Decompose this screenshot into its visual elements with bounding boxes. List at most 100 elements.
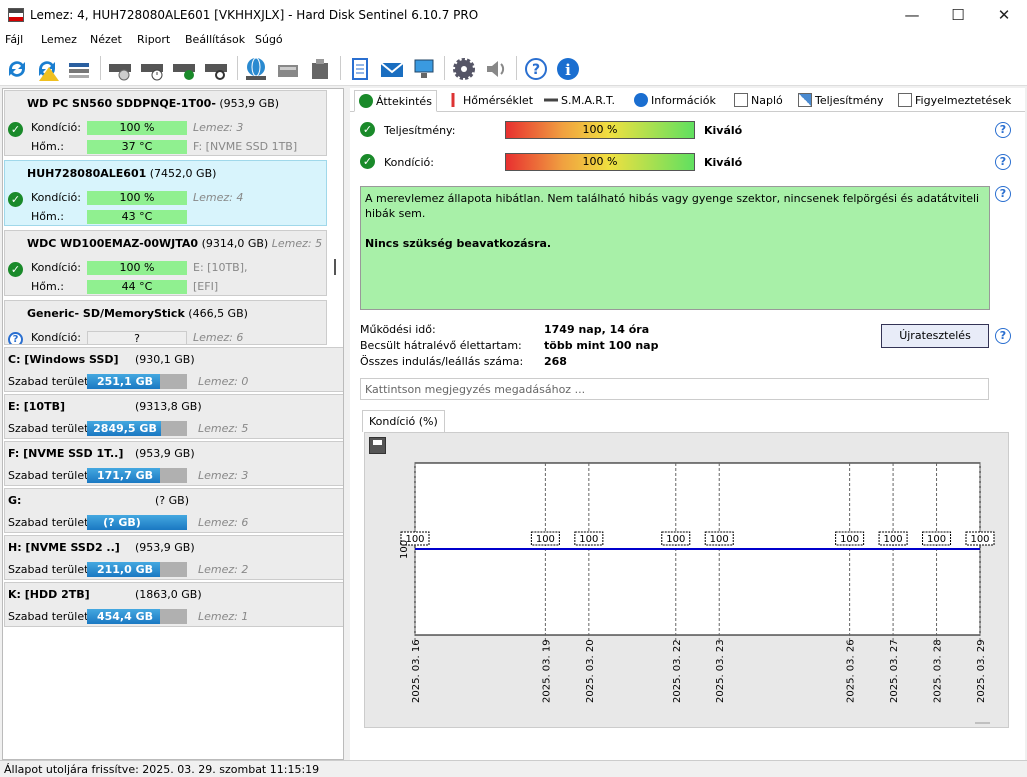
partition-note: [EFI]: [193, 280, 219, 293]
scrollbar-thumb[interactable]: [334, 259, 336, 275]
partition-name: E: [10TB]: [8, 400, 65, 413]
partition-size: (? GB): [155, 494, 189, 507]
info-icon[interactable]: i: [554, 55, 582, 83]
status-description: A merevlemez állapota hibátlan. Nem talá…: [360, 186, 990, 310]
menu-help[interactable]: Súgó: [255, 33, 283, 46]
partition-entry[interactable]: H: [NVME SSD2 ..] (953,9 GB) Szabad terü…: [4, 535, 343, 580]
x-tick-label: 2025. 03. 23: [715, 639, 726, 703]
tab-log[interactable]: Napló: [730, 90, 787, 112]
notes-icon[interactable]: [346, 55, 374, 83]
condition-label: Kondíció:: [384, 156, 434, 169]
details-panel: Áttekintés Hőmérséklet S.M.A.R.T. Inform…: [350, 88, 1025, 760]
refresh-icon[interactable]: [3, 55, 31, 83]
partition-size: (930,1 GB): [135, 353, 195, 366]
menu-settings[interactable]: Beállítások: [185, 33, 245, 46]
x-tick-label: 2025. 03. 27: [889, 639, 900, 703]
free-space-value: 251,1 GB: [96, 375, 154, 388]
tab-temperature[interactable]: Hőmérséklet: [442, 90, 537, 112]
data-label: 100: [927, 534, 946, 545]
network-globe-icon[interactable]: [242, 55, 270, 83]
menu-disk[interactable]: Lemez: [41, 33, 77, 46]
menu-report[interactable]: Riport: [137, 33, 170, 46]
check-ok-icon: ✓: [360, 154, 375, 169]
status-advice: Nincs szükség beavatkozásra.: [365, 237, 552, 250]
network-computer-icon[interactable]: [410, 55, 438, 83]
free-space-value: (? GB): [103, 516, 141, 529]
tab-bar: Áttekintés Hőmérséklet S.M.A.R.T. Inform…: [350, 88, 1025, 112]
toolbar: ? i: [0, 50, 1027, 86]
disk-entry[interactable]: WD PC SN560 SDDPNQE-1T00- (953,9 GB) ✓ K…: [4, 90, 327, 156]
help-icon[interactable]: ?: [522, 55, 550, 83]
condition-label: Kondíció:: [31, 191, 81, 204]
tab-overview[interactable]: Áttekintés: [354, 90, 437, 112]
gear-icon[interactable]: [450, 55, 478, 83]
x-tick-label: 2025. 03. 16: [411, 639, 422, 703]
disk-list-panel: WD PC SN560 SDDPNQE-1T00- (953,9 GB) ✓ K…: [2, 88, 344, 760]
chart-icon: [798, 93, 812, 107]
disk-entry[interactable]: WDC WD100EMAZ-00WJTA0 (9314,0 GB) Lemez:…: [4, 230, 327, 296]
temp-label: Hőm.:: [31, 140, 64, 153]
free-space-label: Szabad terület: [8, 375, 89, 388]
disk-entry-selected[interactable]: HUH728080ALE601 (7452,0 GB) ✓ Kondíció: …: [4, 160, 327, 226]
help-icon[interactable]: ?: [995, 122, 1011, 138]
y-tick-label: 100: [399, 540, 410, 559]
retest-button[interactable]: Újratesztelés: [881, 324, 989, 348]
disk-schedule-icon[interactable]: [138, 55, 166, 83]
help-icon[interactable]: ?: [995, 328, 1011, 344]
disk-number: Lemez: 4: [193, 191, 244, 204]
partition-size: (953,9 GB): [135, 447, 195, 460]
disk-search-icon[interactable]: [202, 55, 230, 83]
disk-test-icon[interactable]: [106, 55, 134, 83]
maximize-button[interactable]: ☐: [935, 0, 981, 30]
partition-entry[interactable]: K: [HDD 2TB] (1863,0 GB) Szabad terület …: [4, 582, 343, 627]
tab-information[interactable]: Információk: [630, 90, 720, 112]
performance-label: Teljesítmény:: [384, 124, 456, 137]
condition-bar: ?: [87, 331, 187, 344]
disk-number: Lemez: 6: [198, 516, 249, 529]
partition-entry[interactable]: E: [10TB] (9313,8 GB) Szabad terület 284…: [4, 394, 343, 439]
free-space-bar: 454,4 GB: [87, 609, 187, 624]
partition-size: (953,9 GB): [135, 541, 195, 554]
disk-entry[interactable]: Generic- SD/MemoryStick (466,5 GB) ? Kon…: [4, 300, 327, 345]
free-space-bar: 2849,5 GB: [87, 421, 187, 436]
disk-size: (9314,0 GB): [201, 237, 269, 250]
free-space-label: Szabad terület: [8, 563, 89, 576]
partition-name: F: [NVME SSD 1T..]: [8, 447, 124, 460]
condition-grade: Kiváló: [704, 156, 743, 169]
menu-bar: Fájl Lemez Nézet Riport Beállítások Súgó: [0, 30, 1027, 50]
menu-file[interactable]: Fájl: [5, 33, 23, 46]
tab-performance[interactable]: Teljesítmény: [794, 90, 888, 112]
check-ok-icon: ✓: [360, 122, 375, 137]
refresh-warning-icon[interactable]: [33, 55, 61, 83]
disk-ok-icon[interactable]: [170, 55, 198, 83]
partition-entry[interactable]: C: [Windows SSD] (930,1 GB) Szabad terül…: [4, 347, 343, 392]
disk-name: Generic- SD/MemoryStick: [27, 307, 185, 320]
chart-area: 2025. 03. 16 2025. 03. 19 2025. 03. 20 2025…: [364, 432, 1009, 728]
external-disk-icon[interactable]: [274, 55, 302, 83]
tab-alerts[interactable]: Figyelmeztetések: [894, 90, 1015, 112]
free-space-label: Szabad terület: [8, 469, 89, 482]
disk-number: Lemez: 2: [198, 563, 249, 576]
close-button[interactable]: ✕: [981, 0, 1027, 30]
disk-number: Lemez: 5: [271, 237, 323, 250]
note-input[interactable]: Kattintson megjegyzés megadásához ...: [360, 378, 989, 400]
free-space-value: 2849,5 GB: [93, 422, 157, 435]
temp-label: Hőm.:: [31, 280, 64, 293]
speaker-icon[interactable]: [482, 55, 510, 83]
tab-smart[interactable]: S.M.A.R.T.: [540, 90, 619, 112]
title-bar: Lemez: 4, HUH728080ALE601 [VKHHXJLX] - H…: [0, 0, 1027, 30]
disk-list-icon[interactable]: [65, 55, 93, 83]
chart-tab-condition[interactable]: Kondíció (%): [362, 410, 445, 432]
email-icon[interactable]: [378, 55, 406, 83]
question-icon: ?: [8, 332, 23, 344]
help-icon[interactable]: ?: [995, 154, 1011, 170]
help-icon[interactable]: ?: [995, 186, 1011, 202]
partition-entry[interactable]: G: (? GB) Szabad terület (? GB) Lemez: 6: [4, 488, 343, 533]
usb-disk-icon[interactable]: [306, 55, 334, 83]
data-label: 100: [536, 534, 555, 545]
partition-entry[interactable]: F: [NVME SSD 1T..] (953,9 GB) Szabad ter…: [4, 441, 343, 486]
menu-view[interactable]: Nézet: [90, 33, 122, 46]
uptime-value: 1749 nap, 14 óra: [544, 323, 650, 336]
condition-bar: 100 %: [87, 261, 187, 275]
minimize-button[interactable]: —: [889, 0, 935, 30]
